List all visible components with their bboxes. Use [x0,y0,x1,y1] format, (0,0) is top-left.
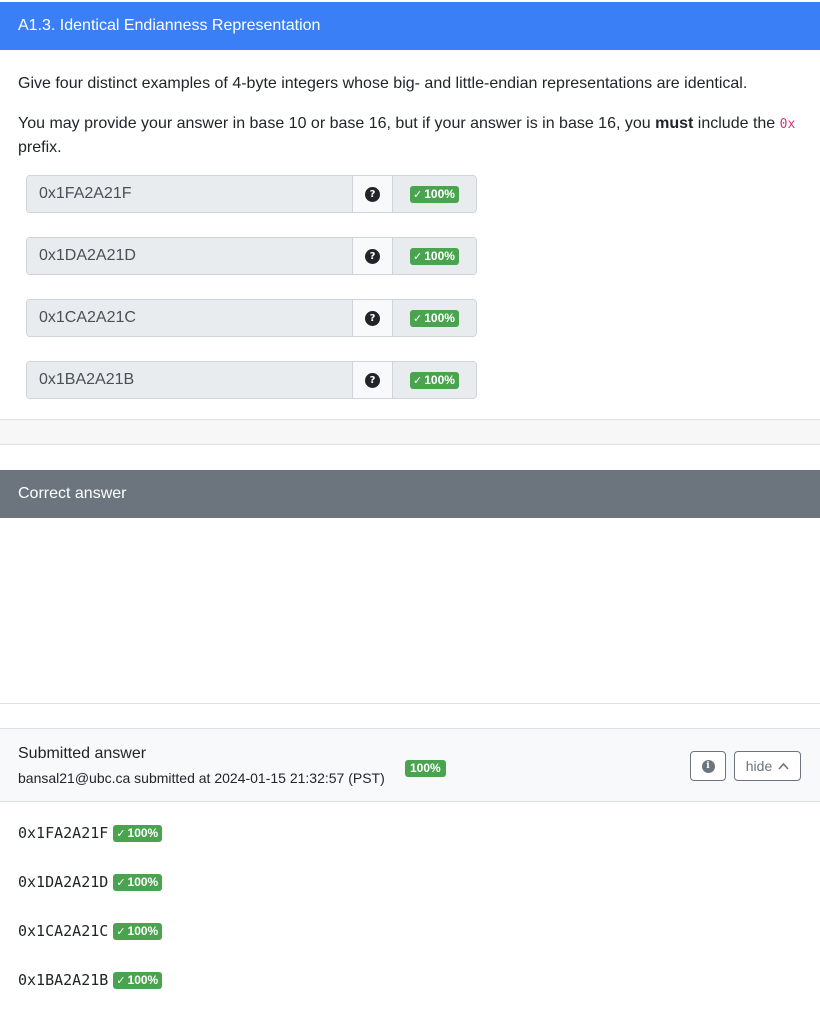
submission-meta: bansal21@ubc.ca submitted at 2024-01-15 … [18,770,385,786]
score-label: 100% [127,924,159,938]
instructions-emphasis: must [655,115,694,132]
instructions-text: You may provide your answer in base 10 o… [18,115,656,132]
question-title: A1.3. Identical Endianness Representatio… [18,17,321,34]
help-button[interactable]: ? [353,300,393,336]
check-icon: ✓ [116,827,126,840]
score-badge: ✓ 100% [113,824,163,842]
score-label: 100% [424,187,455,201]
question-instructions: You may provide your answer in base 10 o… [18,112,808,159]
score-label: 100% [127,875,159,889]
score-cell: ✓ 100% [393,176,476,212]
correct-answer-title: Correct answer [18,485,127,502]
score-label: 100% [127,826,159,840]
info-button[interactable]: i [690,751,726,781]
score-cell: ✓ 100% [393,362,476,398]
instructions-text-end: prefix. [18,139,62,156]
question-circle-icon: ? [365,248,380,264]
score-badge: ✓ 100% [410,371,459,389]
submitted-value: 0x1CA2A21C [18,922,109,940]
score-label: 100% [127,973,159,987]
score-badge: ✓ 100% [410,309,459,327]
submitted-item: 0x1BA2A21B ✓ 100% [18,971,163,989]
answer-row: ? ✓100% [26,237,477,275]
answer-input[interactable] [27,238,353,274]
score-label: 100% [424,249,455,263]
question-footer [0,419,820,445]
answer-row: ? ✓100% [26,299,477,337]
correct-answer-header: Correct answer [0,470,820,518]
submitted-item: 0x1FA2A21F ✓ 100% [18,824,163,842]
submission-title: Submitted answer [18,745,147,762]
check-icon: ✓ [116,925,126,938]
score-label: 100% [424,311,455,325]
help-button[interactable]: ? [353,176,393,212]
check-icon: ✓ [413,374,423,387]
prefix-code: 0x [779,117,796,132]
divider [0,703,820,704]
info-circle-icon: i [701,759,715,773]
question-circle-icon: ? [365,186,380,202]
score-badge: ✓ 100% [410,185,459,203]
submission-score: 100% [405,759,446,777]
check-icon: ✓ [116,974,126,987]
answer-input[interactable] [27,300,353,336]
score-badge: ✓ 100% [113,971,163,989]
answer-input[interactable] [27,176,353,212]
submitted-value: 0x1BA2A21B [18,971,109,989]
score-cell: ✓ 100% [393,238,476,274]
check-icon: ✓ [413,250,423,263]
submitted-value: 0x1FA2A21F [18,824,109,842]
chevron-up-icon [778,762,789,770]
answer-row: ? ✓100% [26,175,477,213]
submitted-item: 0x1DA2A21D ✓ 100% [18,873,163,891]
hide-label: hide [745,758,773,774]
score-badge: ✓ 100% [113,873,163,891]
help-button[interactable]: ? [353,362,393,398]
score-badge: ✓ 100% [113,922,163,940]
score-badge: 100% [405,759,446,777]
check-icon: ✓ [413,312,423,325]
help-button[interactable]: ? [353,238,393,274]
question-circle-icon: ? [365,372,380,388]
question-prompt: Give four distinct examples of 4-byte in… [18,75,748,92]
question-circle-icon: ? [365,310,380,326]
answer-input[interactable] [27,362,353,398]
instructions-text-mid: include the [693,115,780,132]
score-badge: ✓ 100% [410,247,459,265]
submission-header: Submitted answer bansal21@ubc.ca submitt… [0,728,820,802]
submitted-item: 0x1CA2A21C ✓ 100% [18,922,163,940]
answer-row: ? ✓100% [26,361,477,399]
question-header: A1.3. Identical Endianness Representatio… [0,2,820,50]
submitted-value: 0x1DA2A21D [18,873,109,891]
hide-button[interactable]: hide [734,751,801,781]
score-cell: ✓ 100% [393,300,476,336]
check-icon: ✓ [413,188,423,201]
check-icon: ✓ [116,876,126,889]
score-label: 100% [424,373,455,387]
